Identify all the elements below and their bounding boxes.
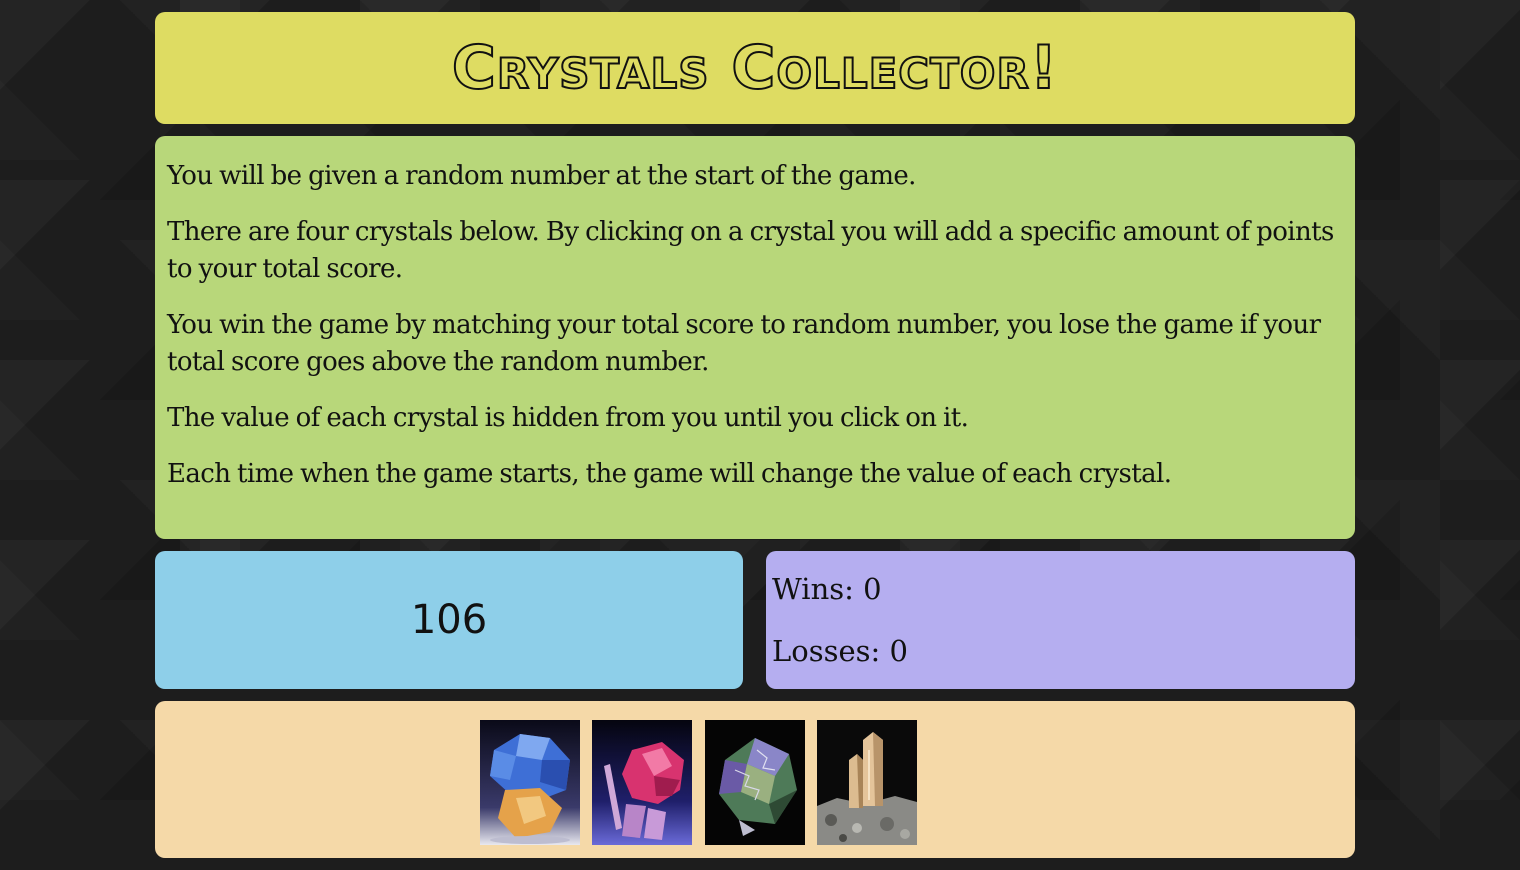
crystals-panel: [155, 701, 1355, 858]
target-number-panel: 106: [155, 551, 743, 689]
blue-crystal-image: [480, 720, 580, 845]
wins-counter: Wins: 0: [772, 572, 882, 606]
instruction-text: You win the game by matching your total …: [167, 310, 1321, 377]
crystal-pink-button[interactable]: [592, 720, 692, 845]
instructions-panel: You will be given a random number at the…: [155, 136, 1355, 539]
losses-counter: Losses: 0: [772, 634, 908, 668]
crystal-blue-button[interactable]: [480, 720, 580, 845]
target-number: 106: [410, 597, 488, 643]
pink-crystal-image: [592, 720, 692, 845]
instruction-text: There are four crystals below. By clicki…: [167, 217, 1334, 284]
scoreboard-panel: Wins: 0 Losses: 0: [766, 551, 1355, 689]
header-panel: Crystals Collector!: [155, 12, 1355, 124]
crystal-quartz-button[interactable]: [817, 720, 917, 845]
quartz-crystal-image: [817, 720, 917, 845]
instruction-text: The value of each crystal is hidden from…: [167, 403, 969, 433]
game-title: Crystals Collector!: [451, 32, 1059, 104]
instruction-text: You will be given a random number at the…: [167, 161, 916, 191]
crystal-green-button[interactable]: [705, 720, 805, 845]
green-crystal-image: [705, 720, 805, 845]
instruction-text: Each time when the game starts, the game…: [167, 459, 1172, 489]
